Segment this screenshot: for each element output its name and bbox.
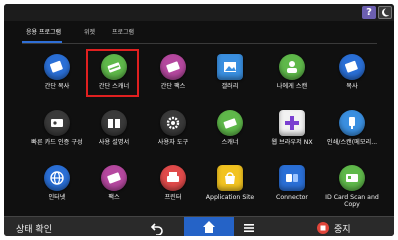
- home-button[interactable]: [184, 217, 234, 236]
- app-label: ID Card Scan and Copy: [325, 194, 379, 209]
- app-label: 팩스: [108, 194, 120, 201]
- app-web-browser-nx[interactable]: 웹 브라우저 NX: [266, 110, 318, 162]
- gear-icon: [160, 110, 186, 136]
- app-label: 갤러리: [221, 83, 239, 90]
- fax-icon: [101, 165, 127, 191]
- tab-divider: [22, 43, 377, 44]
- manual-icon: [101, 110, 127, 136]
- tab-programs[interactable]: 프로그램: [112, 28, 134, 37]
- scan-to-me-icon: [279, 54, 305, 80]
- app-quick-card-auth[interactable]: 빠른 카드 인증 구성: [31, 110, 83, 162]
- app-copy[interactable]: 복사: [326, 54, 378, 106]
- application-site-icon: [217, 165, 243, 191]
- fax-icon: [160, 54, 186, 80]
- app-label: 인쇄/스캔(메모리...: [326, 139, 378, 146]
- copy-icon: [44, 54, 70, 80]
- app-label: 복사: [346, 83, 358, 90]
- print-scan-memory-icon: [339, 110, 365, 136]
- app-label: 인터넷: [48, 194, 66, 201]
- connector-icon: [279, 165, 305, 191]
- app-simple-fax[interactable]: 간단 팩스: [147, 54, 199, 106]
- stop-button-label[interactable]: 중지: [334, 222, 351, 235]
- moon-icon[interactable]: [378, 6, 392, 19]
- app-user-manual[interactable]: 사용 설명서: [88, 110, 140, 162]
- home-icon: [203, 221, 215, 233]
- device-screen: ? 응용 프로그램 위젯 프로그램 간단 복사 간단 스캐너 간단 팩스 갤러리: [4, 4, 394, 236]
- app-printer[interactable]: 프린터: [147, 165, 199, 217]
- scanner-icon: [217, 110, 243, 136]
- app-user-tools[interactable]: 사용자 도구: [147, 110, 199, 162]
- app-label: Connector: [276, 194, 308, 201]
- app-label: 사용자 도구: [157, 139, 189, 146]
- bottom-bar: 상태 확인 중지: [4, 216, 394, 236]
- app-scan-to-me[interactable]: 나에게 스캔: [266, 54, 318, 106]
- copy-icon: [339, 54, 365, 80]
- stop-icon[interactable]: [316, 220, 330, 234]
- top-bar: ?: [4, 4, 394, 21]
- printer-icon: [160, 165, 186, 191]
- app-scanner[interactable]: 스캐너: [204, 110, 256, 162]
- selection-highlight: [86, 49, 139, 97]
- app-label: 빠른 카드 인증 구성: [31, 139, 83, 146]
- app-gallery[interactable]: 갤러리: [204, 54, 256, 106]
- app-simple-copy[interactable]: 간단 복사: [31, 54, 83, 106]
- id-card-scan-icon: [339, 165, 365, 191]
- status-check-button[interactable]: 상태 확인: [16, 222, 52, 235]
- app-label: 사용 설명서: [98, 139, 130, 146]
- card-auth-icon: [44, 110, 70, 136]
- app-internet[interactable]: 인터넷: [31, 165, 83, 217]
- app-label: 프린터: [164, 194, 182, 201]
- app-label: 나에게 스캔: [276, 83, 308, 90]
- gallery-icon: [217, 54, 243, 80]
- internet-icon: [44, 165, 70, 191]
- app-label: 스캐너: [221, 139, 239, 146]
- menu-icon[interactable]: [242, 220, 256, 234]
- app-fax[interactable]: 팩스: [88, 165, 140, 217]
- app-label: Application Site: [205, 194, 255, 201]
- app-application-site[interactable]: Application Site: [204, 165, 256, 217]
- app-label: 간단 팩스: [160, 83, 186, 90]
- app-label: 간단 복사: [44, 83, 70, 90]
- app-id-card-scan-copy[interactable]: ID Card Scan and Copy: [325, 165, 379, 217]
- app-label: 웹 브라우저 NX: [271, 139, 313, 146]
- app-connector[interactable]: Connector: [266, 165, 318, 217]
- back-icon[interactable]: [150, 220, 164, 236]
- tab-apps[interactable]: 응용 프로그램: [26, 28, 61, 37]
- help-button[interactable]: ?: [362, 6, 376, 19]
- web-browser-icon: [279, 110, 305, 136]
- tab-widgets[interactable]: 위젯: [84, 28, 95, 37]
- app-print-scan-memory[interactable]: 인쇄/스캔(메모리...: [326, 110, 378, 162]
